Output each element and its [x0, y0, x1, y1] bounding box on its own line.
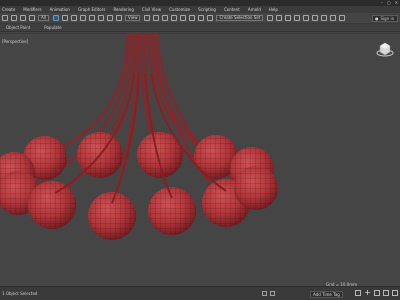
unlink-icon[interactable] [29, 15, 35, 21]
edit-named-selection-icon[interactable] [207, 15, 214, 21]
menu-graph-editors[interactable]: Graph Editors [78, 6, 105, 13]
spinner-snap-icon[interactable] [198, 15, 205, 21]
layer-explorer-icon[interactable] [285, 15, 292, 21]
grid-readout: Grid = 10.0mm [326, 282, 357, 287]
zoom-icon[interactable] [355, 290, 362, 296]
scale-icon[interactable] [106, 15, 113, 21]
menu-content[interactable]: Content [224, 6, 240, 13]
front-cables [54, 72, 227, 204]
viewcube-icon[interactable] [376, 41, 394, 57]
plus-icon[interactable]: + [364, 289, 371, 297]
menu-animation[interactable]: Animation [50, 6, 70, 13]
mirror-icon[interactable] [267, 15, 274, 21]
menu-scripting[interactable]: Scripting [198, 6, 216, 13]
rotate-icon[interactable] [97, 15, 104, 21]
viewport-navigation-controls: + [355, 289, 398, 297]
curve-editor-icon[interactable] [303, 15, 310, 21]
select-by-name-icon[interactable] [61, 15, 68, 21]
pan-icon[interactable] [374, 290, 380, 296]
scene-explorer-icon[interactable] [294, 15, 301, 21]
selection-filter-dropdown[interactable]: All [38, 15, 49, 21]
reference-coordinate-dropdown[interactable]: View [124, 15, 141, 21]
absolute-mode-icon[interactable] [270, 291, 275, 296]
ribbon: Object Paint Populate [0, 24, 400, 32]
perspective-viewport[interactable]: [Perspective] [0, 33, 400, 286]
pivot-icon[interactable] [144, 15, 151, 21]
ribbon-populate[interactable]: Populate [44, 25, 61, 30]
maximize-viewport-icon[interactable] [392, 290, 398, 296]
menu-help[interactable]: Help [269, 6, 278, 13]
select-manipulate-icon[interactable] [153, 15, 160, 21]
material-editor-icon[interactable] [321, 15, 328, 21]
3ds-max-window: – ▢ ✕ Create Modifiers Animation Graph E… [0, 0, 400, 300]
sphere-group [0, 132, 278, 240]
snaps-toggle-icon[interactable] [171, 15, 178, 21]
status-text: 1 Object Selected [2, 291, 38, 296]
menu-modifiers[interactable]: Modifiers [23, 6, 41, 13]
link-icon[interactable] [20, 15, 26, 21]
undo-icon[interactable] [2, 15, 8, 21]
window-crossing-icon[interactable] [79, 15, 86, 21]
add-time-tag-button[interactable]: Add Time Tag [310, 291, 343, 298]
signin-label: Sign in [380, 16, 395, 21]
menu-create[interactable]: Create [2, 6, 15, 13]
select-object-icon[interactable] [52, 15, 59, 21]
menu-arnold[interactable]: Arnold [248, 6, 261, 13]
scene-render [0, 33, 278, 240]
menu-civil-view[interactable]: Civil View [142, 6, 161, 13]
menu-rendering[interactable]: Rendering [113, 6, 133, 13]
percent-snap-icon[interactable] [189, 15, 196, 21]
signin-box[interactable]: ● Sign in [372, 15, 398, 22]
render-setup-icon[interactable] [330, 15, 337, 21]
rendered-frame-icon[interactable] [339, 15, 346, 21]
ribbon-object-paint[interactable]: Object Paint [6, 25, 30, 30]
schematic-view-icon[interactable] [312, 15, 319, 21]
selection-lock-controls [262, 291, 275, 296]
place-icon[interactable] [115, 15, 122, 21]
main-toolbar: All View Create Selection Set ● Sign in [0, 13, 400, 24]
move-icon[interactable] [88, 15, 95, 21]
orbit-icon[interactable] [383, 290, 389, 296]
keyboard-shortcut-icon[interactable] [162, 15, 169, 21]
menu-bar: Create Modifiers Animation Graph Editors… [0, 6, 400, 13]
select-region-icon[interactable] [70, 15, 77, 21]
user-icon: ● [375, 16, 379, 21]
named-selection-dropdown[interactable]: Create Selection Set [216, 15, 264, 21]
align-icon[interactable] [276, 15, 283, 21]
menu-customize[interactable]: Customize [169, 6, 190, 13]
status-bar: 1 Object Selected Grid = 10.0mm Add Time… [0, 282, 400, 300]
angle-snap-icon[interactable] [180, 15, 187, 21]
lock-icon[interactable] [262, 291, 267, 296]
redo-icon[interactable] [11, 15, 17, 21]
